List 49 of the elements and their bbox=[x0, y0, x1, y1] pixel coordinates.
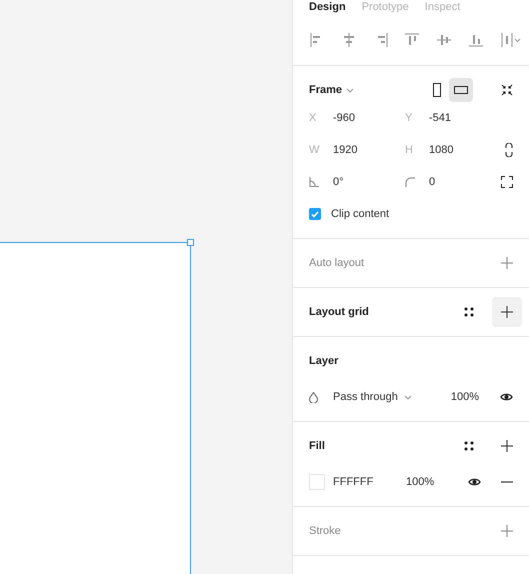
align-vertical-center-icon[interactable] bbox=[437, 32, 452, 46]
styles-icon[interactable] bbox=[464, 307, 474, 317]
section-title: Stroke bbox=[309, 524, 341, 539]
minus-icon[interactable] bbox=[501, 481, 513, 483]
opacity-field[interactable]: 100% bbox=[450, 388, 479, 406]
input-field[interactable]: 0° bbox=[333, 174, 344, 190]
input-field[interactable]: -960 bbox=[333, 110, 356, 126]
distribute-icon[interactable] bbox=[500, 32, 521, 46]
add-button[interactable] bbox=[492, 297, 522, 327]
independent-corners-icon[interactable] bbox=[501, 176, 513, 188]
collapse-icon[interactable] bbox=[501, 84, 513, 96]
drop-icon bbox=[309, 392, 318, 402]
align-bottom-icon[interactable] bbox=[469, 32, 484, 46]
caret-icon[interactable] bbox=[346, 88, 354, 92]
input-field[interactable]: 1080 bbox=[429, 142, 454, 158]
section-title: Layout grid bbox=[309, 304, 369, 320]
field-label: X bbox=[309, 110, 318, 126]
eye-icon[interactable] bbox=[468, 477, 481, 487]
plus-icon[interactable] bbox=[501, 440, 513, 452]
frame-dropdown[interactable]: Frame bbox=[309, 82, 354, 98]
landscape-button[interactable] bbox=[449, 78, 473, 102]
checkbox[interactable] bbox=[309, 208, 321, 220]
rotation-icon bbox=[309, 177, 319, 187]
corner-radius-icon bbox=[405, 177, 415, 187]
section-title: Auto layout bbox=[309, 256, 364, 271]
constrain-proportions-icon[interactable] bbox=[505, 143, 513, 157]
section-title: Layer bbox=[309, 354, 338, 369]
styles-icon[interactable] bbox=[464, 441, 474, 451]
portrait-icon[interactable] bbox=[433, 83, 441, 97]
resize-handle[interactable] bbox=[187, 239, 194, 246]
section-title: Fill bbox=[309, 438, 325, 454]
input-field[interactable]: 1920 bbox=[333, 142, 358, 158]
field-label: W bbox=[309, 142, 320, 158]
color-swatch[interactable] bbox=[309, 474, 325, 490]
opacity-field[interactable]: 100% bbox=[406, 474, 434, 490]
align-horizontal-center-icon[interactable] bbox=[342, 32, 356, 46]
eye-icon[interactable] bbox=[500, 392, 513, 402]
panel-tab[interactable]: Design bbox=[309, 2, 346, 12]
blend-mode-dropdown[interactable]: Pass through bbox=[333, 388, 412, 406]
input-field[interactable]: 0 bbox=[429, 174, 436, 190]
align-top-icon[interactable] bbox=[405, 32, 420, 46]
checkbox-label: Clip content bbox=[331, 206, 390, 222]
plus-icon[interactable] bbox=[501, 306, 513, 318]
caret-icon[interactable] bbox=[404, 394, 412, 400]
field-label: H bbox=[405, 142, 414, 158]
hex-field[interactable]: FFFFFF bbox=[333, 474, 406, 490]
input-field[interactable]: -541 bbox=[429, 110, 452, 126]
field-label: Y bbox=[405, 110, 414, 126]
landscape-icon[interactable] bbox=[454, 86, 468, 94]
